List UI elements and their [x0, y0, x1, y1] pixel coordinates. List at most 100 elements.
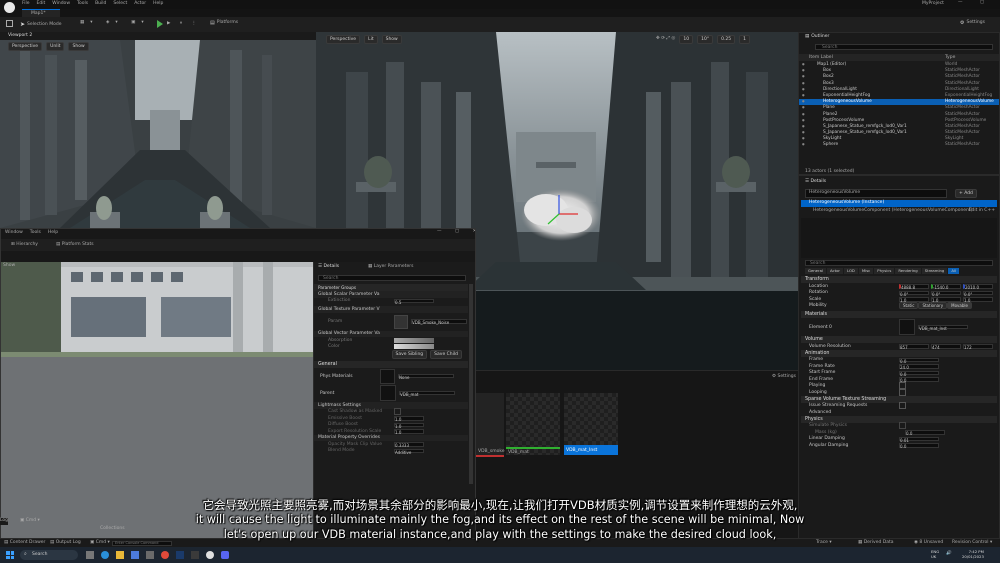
visibility-eye-icon[interactable]: ● — [802, 62, 805, 66]
taskview-icon[interactable] — [86, 551, 94, 559]
camera-speed[interactable]: 1 — [739, 35, 750, 44]
visibility-eye-icon[interactable]: ● — [802, 74, 805, 78]
mat-menu-window[interactable]: Window — [5, 230, 23, 235]
location-z[interactable]: 2010.0 — [963, 284, 993, 290]
vp-perspective-button[interactable]: Perspective — [326, 35, 361, 44]
transform-icons[interactable]: ✥ ⟳ ⤢ ◎ — [656, 35, 675, 44]
color-swatch[interactable] — [394, 344, 434, 350]
details-tab-misc[interactable]: Misc — [858, 268, 874, 274]
menu-edit[interactable]: Edit — [37, 1, 46, 6]
resolution-z[interactable]: 172 — [963, 344, 993, 350]
mat-menu-help[interactable]: Help — [48, 230, 58, 235]
visibility-eye-icon[interactable]: ● — [802, 142, 805, 146]
visibility-eye-icon[interactable]: ● — [802, 99, 805, 103]
vp2-lit-button[interactable]: Unlit — [46, 42, 65, 51]
add-component-button[interactable]: + Add — [955, 189, 977, 198]
rotation-z[interactable]: 0.0° — [963, 290, 993, 297]
phys-material-select[interactable]: None — [398, 373, 454, 380]
rotation-x[interactable]: 0.0° — [899, 290, 929, 297]
opacity-clip-field[interactable]: 0.3333 — [394, 442, 424, 448]
visibility-eye-icon[interactable]: ● — [802, 81, 805, 85]
hierarchy-button[interactable]: ⊞ Hierarchy — [11, 242, 38, 247]
platforms-button[interactable]: ▤ Platforms — [210, 20, 238, 26]
resolution-x[interactable]: 857 — [899, 344, 929, 350]
content-settings-button[interactable]: ⚙ Settings — [772, 374, 796, 379]
play-controls[interactable]: ▶ ⏸ ⋮ — [167, 20, 200, 26]
emissive-boost-field[interactable]: 1.0 — [394, 416, 424, 422]
section-volume[interactable]: Volume — [801, 336, 997, 343]
details-search[interactable]: Search — [805, 260, 993, 266]
save-icon[interactable] — [6, 20, 13, 27]
grid-snap[interactable]: 10 — [679, 35, 694, 44]
content-icons[interactable]: ▦▾ ◈▾ ▣▾ — [80, 20, 150, 25]
platform-stats-button[interactable]: ▤ Platform Stats — [56, 242, 94, 247]
unreal-logo-icon[interactable] — [4, 2, 15, 13]
asset-tile-vdb-smoke[interactable]: VDB_smoke — [476, 393, 505, 457]
vp2-perspective-button[interactable]: Perspective — [8, 42, 43, 51]
menu-file[interactable]: File — [22, 1, 30, 6]
details-tab-general[interactable]: General — [805, 268, 826, 274]
tray-clock[interactable]: 7:42 PM 20/01/2023 — [962, 549, 984, 559]
app-icon[interactable] — [191, 551, 199, 559]
export-res-field[interactable]: 1.0 — [394, 429, 424, 435]
absorption-color-swatch[interactable] — [394, 337, 434, 343]
windows-start-icon[interactable] — [6, 551, 14, 559]
visibility-eye-icon[interactable]: ● — [802, 68, 805, 72]
menu-actor[interactable]: Actor — [134, 1, 146, 6]
settings-app-icon[interactable] — [146, 551, 154, 559]
unreal-taskbar-icon[interactable] — [206, 551, 214, 559]
visibility-eye-icon[interactable]: ● — [802, 124, 805, 128]
looping-checkbox[interactable] — [899, 388, 906, 396]
extinction-field[interactable]: 0.5 — [394, 298, 434, 305]
vp2-show-button[interactable]: Show — [68, 42, 89, 51]
taskbar-apps[interactable] — [86, 551, 229, 559]
viewport-2-tab[interactable]: Viewport 2 — [0, 32, 316, 40]
simulate-physics-checkbox[interactable] — [899, 422, 906, 430]
visibility-eye-icon[interactable]: ● — [802, 87, 805, 91]
menu-select[interactable]: Select — [113, 1, 127, 6]
details-tab-physics[interactable]: Physics — [874, 268, 895, 274]
visibility-eye-icon[interactable]: ● — [802, 105, 805, 109]
menu-tools[interactable]: Tools — [77, 1, 88, 6]
visibility-eye-icon[interactable]: ● — [802, 112, 805, 116]
scale-x[interactable]: 1.0 — [899, 297, 929, 303]
frame-field[interactable]: 0.0 — [899, 357, 939, 364]
edge-icon[interactable] — [101, 551, 109, 559]
rotation-snap[interactable]: 10° — [697, 35, 714, 44]
outliner-header[interactable]: Item Label Type — [799, 54, 999, 61]
resolution-y[interactable]: 474 — [931, 344, 961, 350]
scale-y[interactable]: 1.0 — [931, 297, 961, 303]
visibility-eye-icon[interactable]: ● — [802, 130, 805, 134]
scale-snap[interactable]: 0.25 — [717, 35, 736, 44]
save-sibling-button[interactable]: Save Sibling — [391, 350, 428, 359]
mass-field[interactable]: 0.0 — [905, 430, 945, 436]
start-frame-field[interactable]: 0.0 — [899, 370, 939, 377]
save-child-button[interactable]: Save Child — [430, 350, 462, 359]
tray-icons[interactable]: 🔊 — [946, 551, 952, 556]
frame-rate-field[interactable]: 24.0 — [899, 364, 939, 370]
location-x[interactable]: 4888.8 — [899, 284, 929, 290]
visibility-eye-icon[interactable]: ● — [802, 93, 805, 97]
taskbar-search[interactable]: ⌕ Search — [20, 550, 78, 560]
cast-shadow-checkbox[interactable] — [394, 408, 401, 416]
parameter-groups-section[interactable]: Parameter Groups — [314, 284, 468, 291]
location-y[interactable]: -1540.0 — [931, 284, 961, 290]
section-transform[interactable]: Transform — [801, 276, 997, 283]
visibility-eye-icon[interactable]: ● — [802, 118, 805, 122]
details-instance-row[interactable]: HeterogeneousVolume (Instance) — [801, 200, 997, 207]
store-icon[interactable] — [131, 551, 139, 559]
window-controls[interactable]: — ▢ ✕ — [958, 0, 1000, 5]
details-component-row[interactable]: HeterogeneousVolumeComponent (Heterogene… — [801, 208, 997, 215]
section-animation[interactable]: Animation — [801, 349, 997, 357]
console-input[interactable]: Enter Console Command — [112, 541, 172, 546]
end-frame-field[interactable]: 0.0 — [899, 377, 939, 383]
texture-select[interactable]: VDB_Smoke_Noise — [411, 319, 467, 325]
rotation-y[interactable]: 0.0° — [931, 290, 961, 297]
chrome-icon[interactable] — [161, 551, 169, 559]
mat-details-tab[interactable]: ☰ Details — [318, 264, 339, 269]
discord-icon[interactable] — [221, 551, 229, 559]
photoshop-icon[interactable] — [176, 551, 184, 559]
viewport-2[interactable]: Perspective Unlit Show — [0, 40, 316, 228]
asset-tile-vdb-mat-inst[interactable]: VDB_mat_Inst — [564, 393, 618, 455]
mode-button[interactable]: ➤ Selection Mode — [20, 20, 61, 28]
